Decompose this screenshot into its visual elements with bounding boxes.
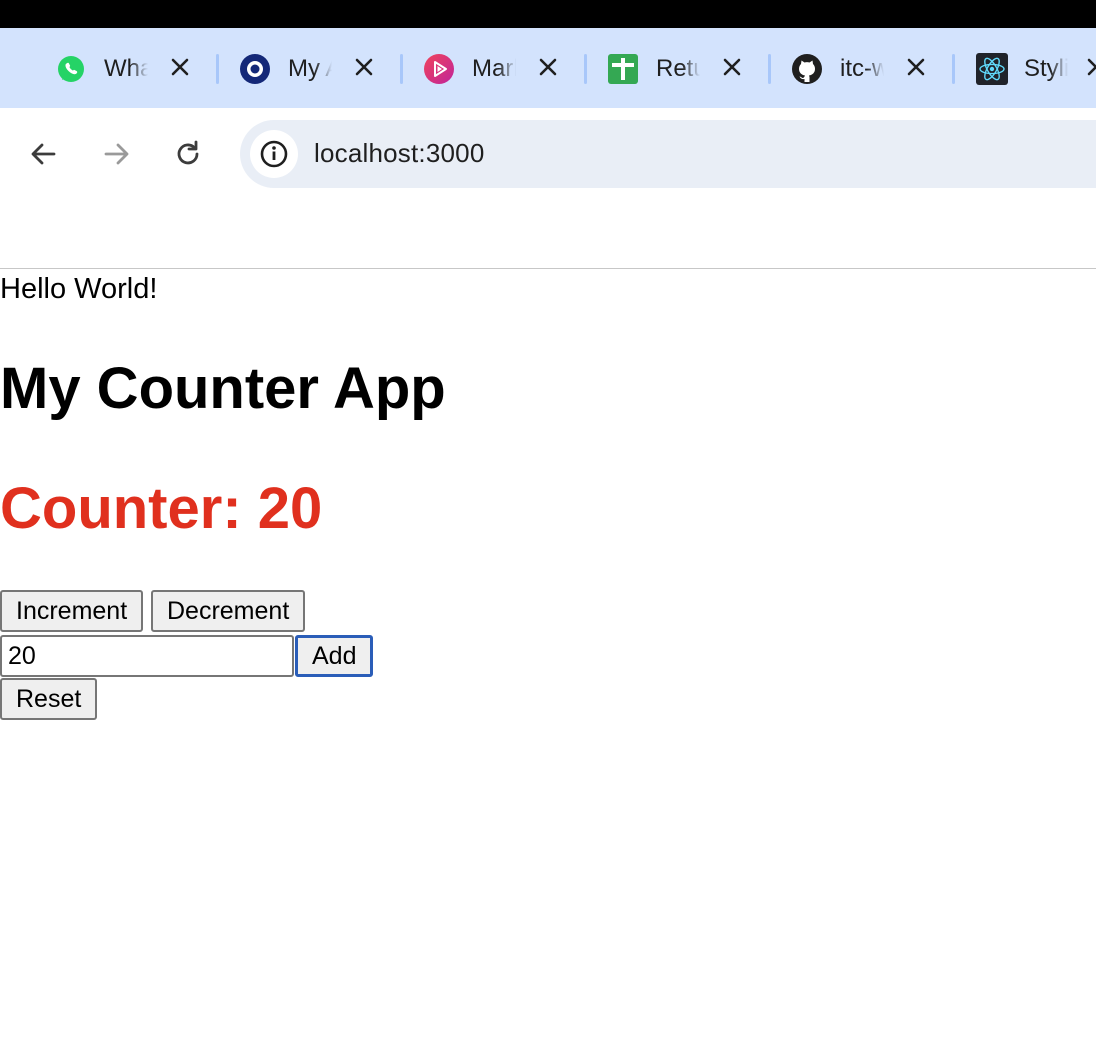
increment-button[interactable]: Increment [0,590,144,632]
spreadsheet-plus-icon [608,54,638,84]
close-tab-icon[interactable] [168,55,192,79]
tab-title: My Account [288,55,332,82]
reload-icon[interactable] [170,136,206,172]
tab-separator [768,54,771,84]
tab-separator [952,54,955,84]
tab-separator [584,54,587,84]
tab-styling[interactable]: Styling [976,46,1096,90]
amount-input[interactable] [0,635,294,677]
tab-title: Return [656,55,700,82]
address-bar[interactable]: localhost:3000 [240,120,1096,188]
browser-toolbar: localhost:3000 [0,108,1096,269]
info-icon [260,140,288,168]
react-icon [976,53,1008,85]
tab-whatsapp[interactable]: WhatsApp [56,46,240,90]
tab-markdown[interactable]: Markdown [424,46,608,90]
back-arrow-icon[interactable] [26,136,62,172]
tab-separator [216,54,219,84]
whatsapp-icon [58,56,84,82]
page-title: My Counter App [0,356,446,421]
tab-separator [400,54,403,84]
tab-my-account[interactable]: My Account [240,46,424,90]
reset-button[interactable]: Reset [0,678,98,720]
close-tab-icon[interactable] [904,55,928,79]
address-url[interactable]: localhost:3000 [314,138,484,169]
tab-itc-web[interactable]: itc-web [792,46,976,90]
close-tab-icon[interactable] [720,55,744,79]
hello-text: Hello World! [0,273,158,305]
tab-return[interactable]: Return [608,46,792,90]
add-button[interactable]: Add [295,635,374,677]
counter-display: Counter: 20 [0,476,323,541]
site-info-button[interactable] [250,130,298,178]
close-tab-icon[interactable] [1084,55,1096,79]
github-icon [792,54,822,84]
close-tab-icon[interactable] [536,55,560,79]
page-content: Hello World! My Counter App Counter: 20 … [0,269,1096,1038]
forward-arrow-icon[interactable] [98,136,134,172]
close-tab-icon[interactable] [352,55,376,79]
tab-title: Styling [1024,55,1068,82]
play-video-icon [424,54,454,84]
tab-strip: WhatsApp My Account [0,28,1096,108]
tab-title: itc-web [840,55,884,82]
decrement-button[interactable]: Decrement [151,590,306,632]
screen-top-bar [0,0,1096,28]
tab-title: WhatsApp [104,55,148,82]
ring-logo-icon [240,54,270,84]
tab-title: Markdown [472,55,516,82]
